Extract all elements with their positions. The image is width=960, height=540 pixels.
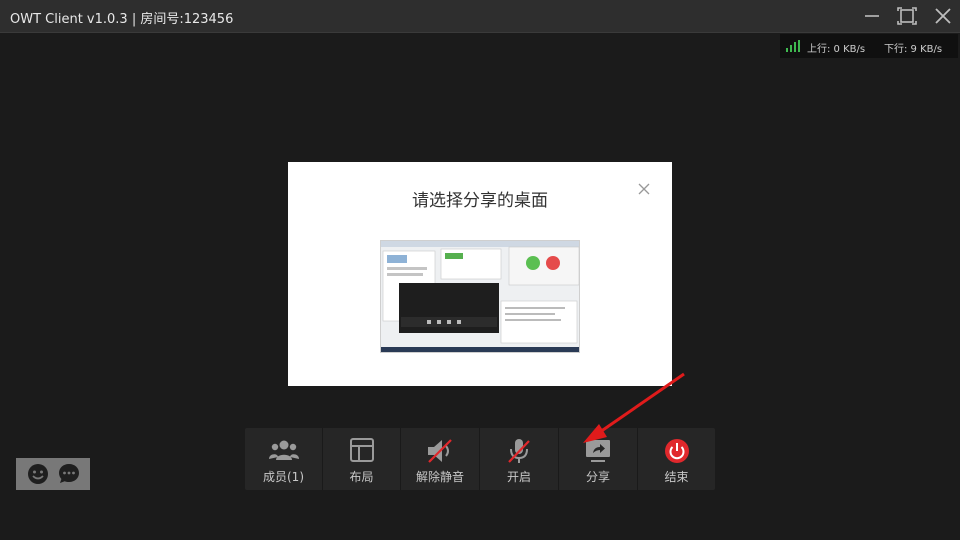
microphone-off-icon xyxy=(480,438,558,464)
chat-bubble-icon[interactable] xyxy=(57,462,81,486)
upload-rate: 上行: 0 KB/s xyxy=(807,44,866,55)
speaker-muted-icon xyxy=(401,438,479,464)
share-desktop-dialog: 请选择分享的桌面 xyxy=(288,162,672,386)
members-icon xyxy=(245,438,322,464)
minimize-icon[interactable] xyxy=(860,5,884,27)
dialog-title: 请选择分享的桌面 xyxy=(412,191,548,211)
emoji-icon[interactable] xyxy=(26,462,50,486)
microphone-label: 开启 xyxy=(506,470,531,484)
unmute-label: 解除静音 xyxy=(415,470,464,484)
desktop-thumbnail[interactable] xyxy=(380,240,580,353)
close-icon[interactable] xyxy=(931,5,955,27)
bottom-toolbar: 成员(1) 布局 解除静音 开启 分享 结束 xyxy=(245,428,715,490)
share-label: 分享 xyxy=(585,470,610,484)
layout-label: 布局 xyxy=(349,470,374,484)
layout-icon xyxy=(323,438,400,464)
microphone-button[interactable]: 开启 xyxy=(480,428,558,490)
share-screen-button[interactable]: 分享 xyxy=(559,428,637,490)
maximize-icon[interactable] xyxy=(895,5,919,27)
end-meeting-button[interactable]: 结束 xyxy=(638,428,715,490)
members-label: 成员(1) xyxy=(263,470,304,484)
network-status: 上行: 0 KB/s 下行: 9 KB/s xyxy=(780,34,958,58)
screen-share-icon xyxy=(559,438,637,464)
unmute-speaker-button[interactable]: 解除静音 xyxy=(401,428,479,490)
members-button[interactable]: 成员(1) xyxy=(245,428,322,490)
download-rate: 下行: 9 KB/s xyxy=(884,44,943,55)
signal-bars-icon xyxy=(786,40,800,52)
layout-button[interactable]: 布局 xyxy=(323,428,400,490)
power-icon xyxy=(638,438,715,464)
window-title: OWT Client v1.0.3 | 房间号:123456 xyxy=(10,12,234,27)
title-bar: OWT Client v1.0.3 | 房间号:123456 xyxy=(0,0,960,33)
end-label: 结束 xyxy=(664,470,689,484)
close-icon[interactable] xyxy=(637,182,651,196)
chat-bar xyxy=(16,458,90,490)
